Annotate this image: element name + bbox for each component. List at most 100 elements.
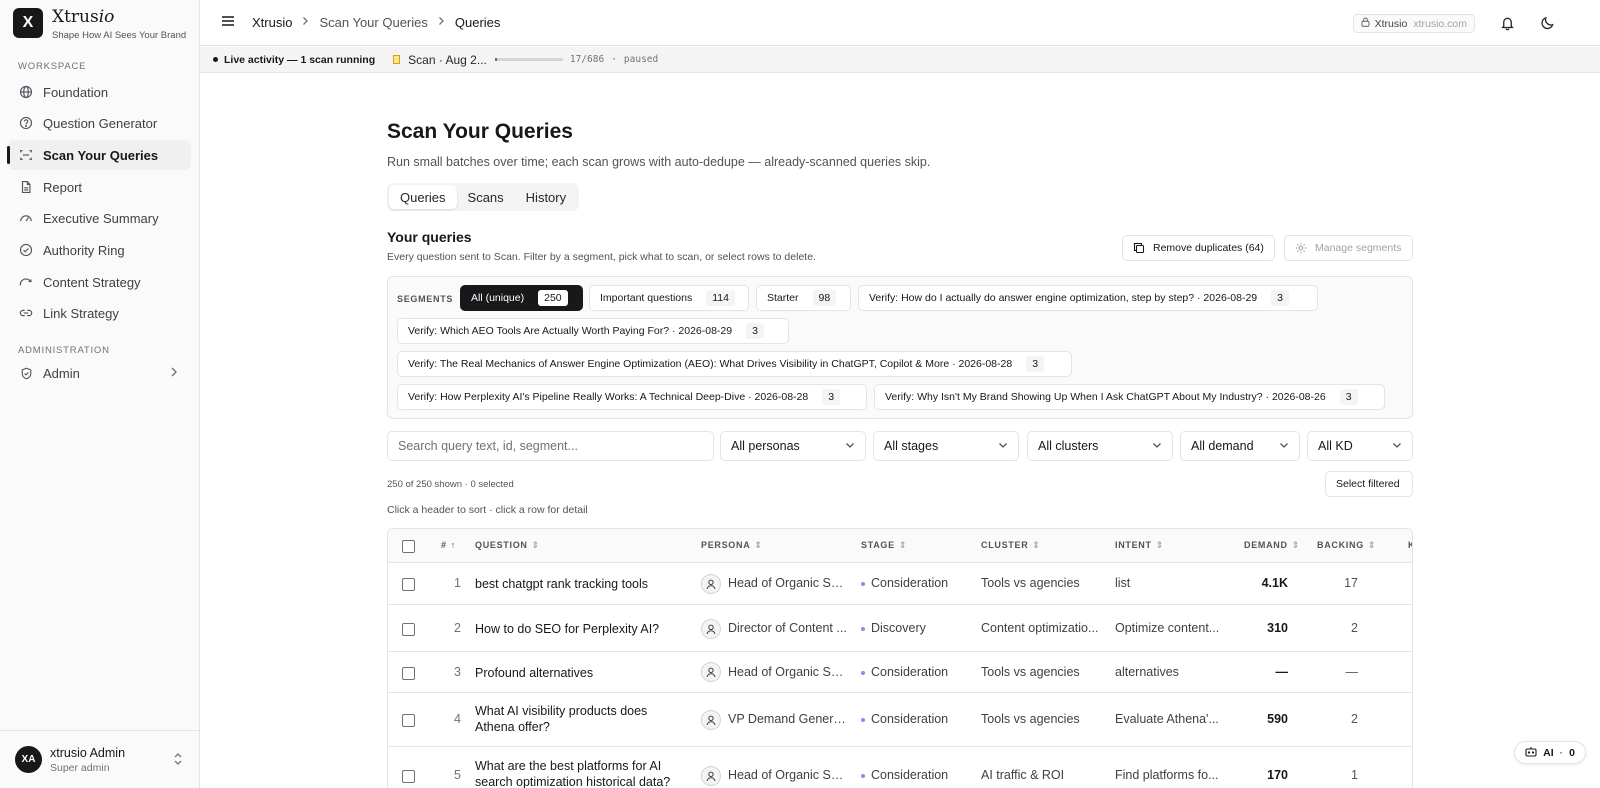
segment-chip-starter[interactable]: Starter 98 <box>756 285 851 311</box>
sidebar-item-authority-ring[interactable]: Authority Ring <box>8 235 191 265</box>
menu-icon[interactable] <box>221 15 235 30</box>
row-backing: 2 <box>1351 621 1358 635</box>
row-intent: list <box>1115 576 1131 590</box>
ai-assistant-button[interactable]: AI · 0 <box>1514 741 1586 764</box>
sidebar-item-admin[interactable]: Admin <box>8 358 191 388</box>
live-activity-bar: Live activity — 1 scan running Scan · Au… <box>200 47 1600 73</box>
running-scan-chip[interactable]: Scan · Aug 2... 17/686 · paused <box>393 53 658 67</box>
segment-chip-label: Verify: Which AEO Tools Are Actually Wor… <box>408 325 733 337</box>
column-header-cluster[interactable]: CLUSTER ⇕ <box>981 540 1041 551</box>
segment-chip-verify-3[interactable]: Verify: The Real Mechanics of Answer Eng… <box>397 351 1072 377</box>
table-row[interactable]: 4 What AI visibility products does Athen… <box>388 693 1412 747</box>
sidebar-item-link-strategy[interactable]: Link Strategy <box>8 298 191 328</box>
sidebar-item-label: Foundation <box>43 84 109 100</box>
row-stage: Consideration <box>861 665 971 679</box>
sort-icon: ⇕ <box>898 540 908 550</box>
row-checkbox[interactable] <box>402 714 415 727</box>
moon-icon[interactable] <box>1540 15 1556 31</box>
brand-name: Xtrusio <box>52 7 115 27</box>
sort-asc-icon: ↑ <box>450 540 456 550</box>
scan-progress-bar <box>494 58 563 61</box>
persona-filter-select[interactable]: All personas <box>720 431 866 461</box>
table-row[interactable]: 3 Profound alternatives Head of Organic … <box>388 652 1412 693</box>
kd-filter-value: All KD <box>1318 439 1353 453</box>
select-all-checkbox[interactable] <box>402 540 415 553</box>
sidebar-item-content-strategy[interactable]: Content Strategy <box>8 267 191 297</box>
row-cluster: Tools vs agencies <box>981 576 1080 590</box>
workspace-section-label: WORKSPACE <box>18 61 87 72</box>
breadcrumb-item-home[interactable]: Xtrusio <box>252 15 292 30</box>
sidebar-item-report[interactable]: Report <box>8 172 191 202</box>
stage-filter-select[interactable]: All stages <box>873 431 1019 461</box>
persona-avatar-icon <box>701 619 721 639</box>
table-row[interactable]: 1 best chatgpt rank tracking tools Head … <box>388 563 1412 605</box>
segment-chip-count: 3 <box>1271 290 1289 306</box>
column-header-demand[interactable]: DEMAND ⇕ <box>1244 540 1300 551</box>
segment-chip-count: 98 <box>812 290 837 306</box>
demand-filter-select[interactable]: All demand <box>1180 431 1300 461</box>
page-title: Scan Your Queries <box>387 120 573 143</box>
sidebar-item-label: Link Strategy <box>43 305 119 321</box>
segment-chip-label: Verify: How do I actually do answer engi… <box>869 292 1258 304</box>
row-backing: 2 <box>1351 712 1358 726</box>
segment-chip-label: Verify: Why Isn't My Brand Showing Up Wh… <box>885 391 1326 403</box>
select-filtered-button[interactable]: Select filtered <box>1325 471 1413 497</box>
brand[interactable]: X Xtrusio Shape How AI Sees Your Brand <box>13 8 186 41</box>
chevron-right-icon <box>302 16 309 29</box>
persona-avatar-icon <box>701 662 721 682</box>
sort-icon: ⇕ <box>1367 540 1377 550</box>
table-row[interactable]: 5 What are the best platforms for AI sea… <box>388 747 1412 788</box>
row-checkbox[interactable] <box>402 667 415 680</box>
tab-history[interactable]: History <box>515 185 577 209</box>
segment-chip-important[interactable]: Important questions 114 <box>589 285 749 311</box>
segment-chip-verify-5[interactable]: Verify: Why Isn't My Brand Showing Up Wh… <box>874 384 1385 410</box>
chevron-down-icon <box>1152 441 1162 451</box>
manage-segments-button[interactable]: Manage segments <box>1284 235 1413 261</box>
breadcrumb-item-section[interactable]: Scan Your Queries <box>319 15 427 30</box>
column-header-number[interactable]: # ↑ <box>441 540 456 550</box>
segment-chip-verify-2[interactable]: Verify: Which AEO Tools Are Actually Wor… <box>397 318 789 344</box>
row-persona: Head of Organic Se... <box>728 665 848 679</box>
sidebar-item-scan-your-queries[interactable]: Scan Your Queries <box>7 140 191 170</box>
row-checkbox[interactable] <box>402 770 415 783</box>
row-checkbox[interactable] <box>402 623 415 636</box>
row-intent: Evaluate Athena'... <box>1115 712 1219 726</box>
scan-status-text: paused <box>623 54 659 65</box>
sidebar-item-executive-summary[interactable]: Executive Summary <box>8 203 191 233</box>
tenant-switcher[interactable]: Xtrusio xtrusio.com <box>1352 14 1475 33</box>
separator: · <box>611 54 617 65</box>
tenant-domain: xtrusio.com <box>1413 17 1467 30</box>
row-question: best chatgpt rank tracking tools <box>475 577 649 591</box>
row-question: Profound alternatives <box>475 666 594 680</box>
user-menu[interactable]: XA xtrusio Admin Super admin <box>0 730 199 788</box>
row-stage: Discovery <box>861 621 971 635</box>
sidebar-item-question-generator[interactable]: Question Generator <box>8 108 191 138</box>
file-icon <box>18 179 34 195</box>
column-header-kd[interactable]: K <box>1408 540 1412 550</box>
column-header-backing[interactable]: BACKING ⇕ <box>1317 540 1376 551</box>
segment-chip-verify-1[interactable]: Verify: How do I actually do answer engi… <box>858 285 1318 311</box>
breadcrumb-item-current: Queries <box>454 15 501 30</box>
table-row[interactable]: 2 How to do SEO for Perplexity AI? Direc… <box>388 605 1412 652</box>
column-header-stage[interactable]: STAGE ⇕ <box>861 540 907 551</box>
manage-segments-label: Manage segments <box>1315 242 1402 254</box>
segment-chip-verify-4[interactable]: Verify: How Perplexity AI's Pipeline Rea… <box>397 384 867 410</box>
search-input[interactable]: Search query text, id, segment... <box>387 431 714 461</box>
column-header-question[interactable]: QUESTION ⇕ <box>475 540 540 551</box>
bell-icon[interactable] <box>1500 15 1516 31</box>
row-persona: VP Demand Genera... <box>728 712 848 726</box>
row-cluster: Content optimizatio... <box>981 621 1099 635</box>
cluster-filter-value: All clusters <box>1038 439 1099 453</box>
kd-filter-select[interactable]: All KD <box>1307 431 1413 461</box>
row-checkbox[interactable] <box>402 578 415 591</box>
tab-scans[interactable]: Scans <box>457 185 515 209</box>
chevron-up-down-icon <box>173 752 183 769</box>
scan-status-icon <box>393 55 401 64</box>
tab-queries[interactable]: Queries <box>389 185 457 209</box>
segment-chip-all[interactable]: All (unique) 250 <box>460 285 583 311</box>
remove-duplicates-button[interactable]: Remove duplicates (64) <box>1122 235 1275 261</box>
cluster-filter-select[interactable]: All clusters <box>1027 431 1173 461</box>
sidebar-item-foundation[interactable]: Foundation <box>8 77 191 107</box>
column-header-persona[interactable]: PERSONA ⇕ <box>701 540 763 551</box>
column-header-intent[interactable]: INTENT ⇕ <box>1115 540 1164 551</box>
